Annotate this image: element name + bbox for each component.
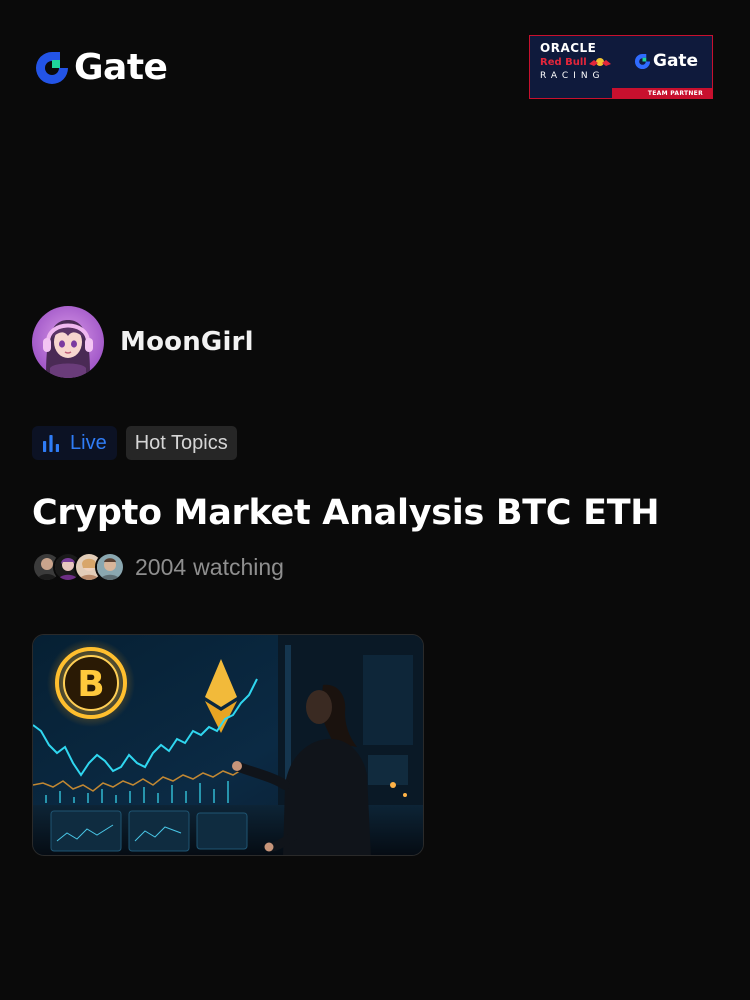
logo-text: Gate [74,47,168,88]
partner-gate-logo: Gate [634,51,698,71]
partner-strip-text: TEAM PARTNER [647,90,703,97]
partner-banner[interactable]: ORACLE Red Bull RACING Gate TEAM PARTNER [529,35,713,99]
hot-topics-tag[interactable]: Hot Topics [125,426,237,460]
partner-racing-text: RACING [540,71,605,81]
host-name[interactable]: MoonGirl [120,327,254,357]
stream-tags: Live Hot Topics [32,426,237,460]
crypto-analysis-thumbnail-icon: B [33,635,423,855]
stream-thumbnail[interactable]: B [32,634,424,856]
svg-text:B: B [77,664,104,705]
partner-redbull-text: Red Bull [540,57,587,68]
red-bull-icon [589,58,611,66]
partner-oracle-text: ORACLE [540,41,597,55]
watch-count: 2004 watching [135,554,284,581]
viewer-avatar [95,552,125,582]
live-badge: Live [32,426,117,460]
partner-strip: TEAM PARTNER [530,88,712,98]
viewer-avatar-stack [32,552,125,582]
stream-title[interactable]: Crypto Market Analysis BTC ETH [32,490,660,536]
gate-logo[interactable]: Gate [34,47,168,88]
watch-count-number: 2004 [135,553,187,580]
live-label: Live [70,431,107,454]
bar-chart-icon [43,435,59,452]
gate-logo-icon [634,53,651,69]
gate-logo-icon [36,52,68,84]
anime-girl-headphones-avatar-icon [32,306,104,378]
watch-count-suffix: watching [193,553,284,580]
watchers-row: 2004 watching [32,552,284,582]
host-profile[interactable]: MoonGirl [32,306,254,378]
partner-gate-text: Gate [653,51,699,71]
host-avatar[interactable] [32,306,104,378]
hot-topics-label: Hot Topics [134,431,228,454]
